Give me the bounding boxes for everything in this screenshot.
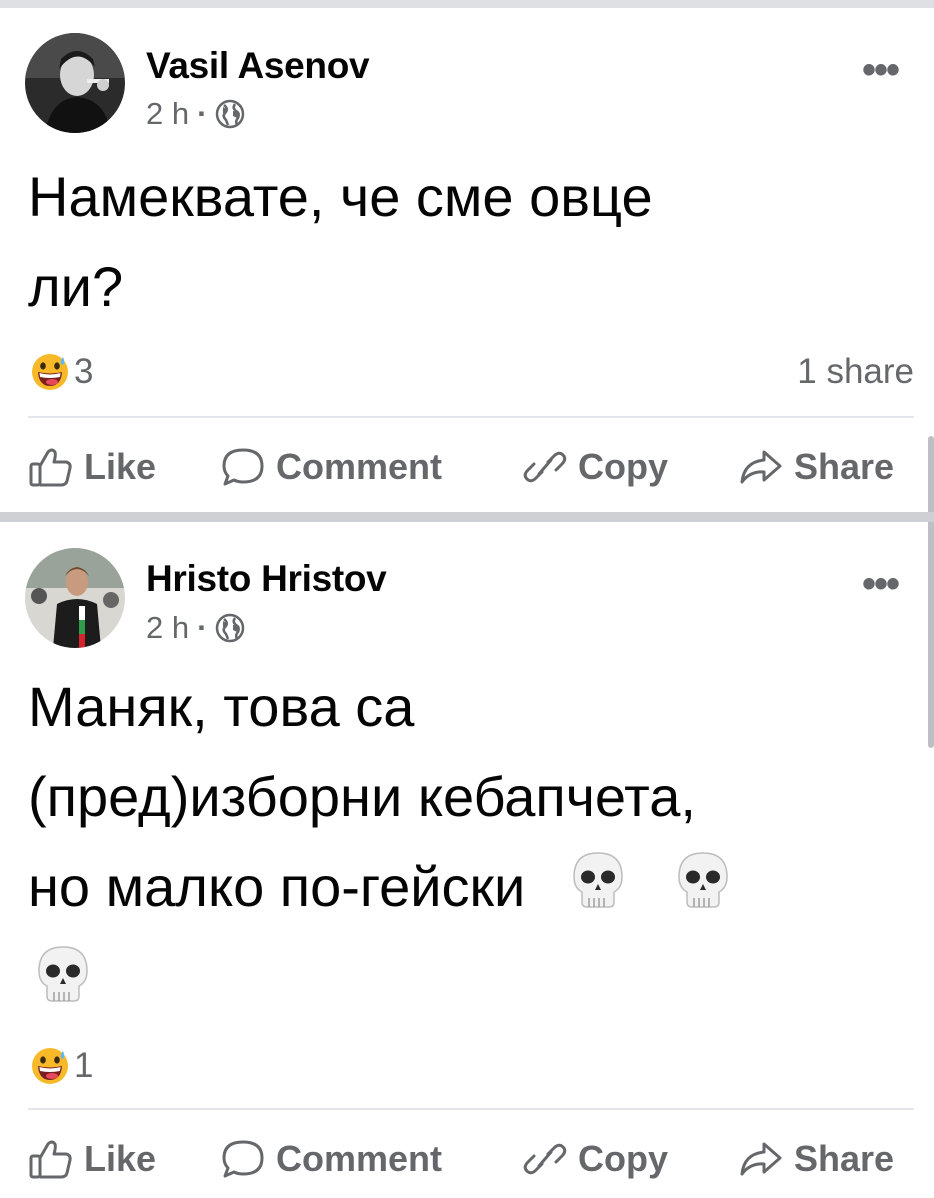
post-meta: 2 h · <box>146 610 245 646</box>
share-button[interactable]: Share <box>738 1138 894 1180</box>
post-time[interactable]: 2 h <box>146 96 189 132</box>
post-meta: 2 h · <box>146 96 245 132</box>
post-text-line-with-emoji: но малко по-гейски <box>28 842 918 936</box>
actions-separator <box>28 416 914 418</box>
share-button[interactable]: Share <box>738 446 894 488</box>
share-arrow-icon <box>740 450 782 484</box>
avatar[interactable] <box>25 33 125 133</box>
skull-emoji <box>674 846 732 936</box>
meta-separator: · <box>197 610 208 645</box>
link-icon <box>523 451 567 483</box>
avatar[interactable] <box>25 548 125 648</box>
post-actions: Like Comment Copy Share <box>0 432 934 502</box>
post-text-line-emoji <box>28 936 918 1030</box>
post-text-line: Намеквате, че сме овце <box>28 165 653 228</box>
comment-bubble-icon <box>222 1140 264 1178</box>
actions-separator <box>28 1108 914 1110</box>
comment-label: Comment <box>276 1138 443 1179</box>
copy-label: Copy <box>578 446 668 487</box>
link-icon <box>523 1143 567 1175</box>
copy-link-button[interactable]: Copy <box>522 446 668 488</box>
share-label: Share <box>794 1138 895 1179</box>
share-count[interactable]: 1 share <box>797 352 914 392</box>
reactions-summary[interactable]: 1 <box>30 1046 93 1086</box>
reactions-summary[interactable]: 3 <box>30 352 93 392</box>
globe-icon <box>215 99 245 129</box>
skull-emoji <box>569 846 627 936</box>
grinning-sweat-emoji-icon <box>32 354 68 390</box>
post-text-line: (пред)изборни кебапчета, <box>28 765 696 828</box>
reaction-count: 3 <box>74 352 94 391</box>
more-options-button[interactable]: ••• <box>862 50 900 90</box>
like-label: Like <box>84 446 157 487</box>
top-divider <box>0 0 934 8</box>
post-divider <box>0 512 934 522</box>
share-label: Share <box>794 446 895 487</box>
post-text: Маняк, това са (пред)изборни кебапчета, … <box>28 662 918 1030</box>
grinning-sweat-emoji-icon <box>32 1048 68 1084</box>
author-name[interactable]: Vasil Asenov <box>146 45 370 87</box>
share-arrow-icon <box>740 1142 782 1176</box>
like-button[interactable]: Like <box>28 1138 156 1180</box>
post-text-line: ли? <box>28 255 124 318</box>
post-time[interactable]: 2 h <box>146 610 189 646</box>
skull-emoji <box>34 940 92 1030</box>
reaction-count: 1 <box>74 1046 94 1085</box>
comment-button[interactable]: Comment <box>220 446 442 488</box>
thumbs-up-icon <box>29 448 72 487</box>
globe-icon <box>215 613 245 643</box>
post-text-line: но малко по-гейски <box>28 855 526 918</box>
comment-label: Comment <box>276 446 443 487</box>
comment-bubble-icon <box>222 448 264 486</box>
author-name[interactable]: Hristo Hristov <box>146 558 387 600</box>
post-text-line: Маняк, това са <box>28 675 415 738</box>
post-text: Намеквате, че сме овце ли? <box>28 152 918 332</box>
comment-button[interactable]: Comment <box>220 1138 442 1180</box>
thumbs-up-icon <box>29 1140 72 1179</box>
like-button[interactable]: Like <box>28 446 156 488</box>
like-label: Like <box>84 1138 157 1179</box>
copy-link-button[interactable]: Copy <box>522 1138 668 1180</box>
meta-separator: · <box>197 96 208 131</box>
post-actions: Like Comment Copy Share <box>0 1124 934 1194</box>
more-options-button[interactable]: ••• <box>862 564 900 604</box>
copy-label: Copy <box>578 1138 668 1179</box>
